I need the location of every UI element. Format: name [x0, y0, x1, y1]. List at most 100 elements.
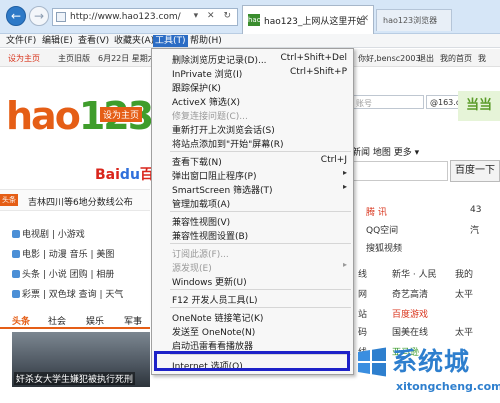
category-icon	[12, 290, 20, 298]
menu-item-tracking-protection[interactable]: 跟踪保护(K)	[152, 80, 353, 94]
category-row-text[interactable]: 彩票 | 双色球 查询 | 天气	[22, 290, 123, 300]
news-tab-society[interactable]: 社会	[48, 314, 66, 327]
site-link[interactable]: 43	[470, 205, 481, 215]
greeting-text: 你好,bensc2003	[358, 54, 421, 63]
baidu-search-button[interactable]: 百度一下	[450, 160, 500, 182]
menu-item-shortcut: Ctrl+J	[320, 155, 347, 165]
headline-notice[interactable]: 头条 吉林四川等6地分数线公布	[0, 189, 150, 211]
menu-item-inprivate[interactable]: InPrivate 浏览(I) Ctrl+Shift+P	[152, 66, 353, 80]
notice-badge: 头条	[0, 194, 18, 206]
news-tab-military[interactable]: 军事	[124, 314, 142, 327]
news-image[interactable]: 奸杀女大学生嫌犯被执行死刑	[12, 332, 150, 387]
menu-bar: 文件(F) 编辑(E) 查看(V) 收藏夹(A) 工具(T) 帮助(H)	[0, 34, 500, 48]
site-link[interactable]: 汽	[470, 223, 479, 236]
watermark-text: 系统城	[392, 347, 471, 376]
category-row[interactable]: 头条 | 小说 团购 | 相册	[12, 267, 114, 280]
menu-item-delete-history[interactable]: 删除浏览历史记录(D)... Ctrl+Shift+Del	[152, 52, 353, 66]
menu-separator	[170, 243, 351, 244]
search-tabs[interactable]: 新闻 地图 更多 ▾	[352, 145, 419, 158]
site-link[interactable]: 新华 · 人民	[392, 267, 437, 280]
logout-link[interactable]: 退出	[418, 53, 434, 64]
menu-item-smartscreen[interactable]: SmartScreen 筛选器(T) ▸	[152, 182, 353, 196]
site-link[interactable]: QQ空间	[366, 223, 398, 236]
site-link[interactable]: 码	[358, 325, 367, 338]
menu-item-windows-update[interactable]: Windows 更新(U)	[152, 274, 353, 288]
menu-item-label: 查看下载(N)	[172, 158, 222, 168]
site-link[interactable]: 网	[358, 287, 367, 300]
forward-button[interactable]: →	[29, 6, 49, 26]
menu-item-activex-filter[interactable]: ActiveX 筛选(X)	[152, 94, 353, 108]
menu-item-manage-addons[interactable]: 管理加载项(A)	[152, 196, 353, 210]
my-home-link[interactable]: 我的首页	[440, 53, 472, 64]
menu-item-label: InPrivate 浏览(I)	[172, 70, 243, 80]
menu-item-reopen-session[interactable]: 重新打开上次浏览会话(S)	[152, 122, 353, 136]
menu-edit[interactable]: 编辑(E)	[40, 35, 75, 47]
notice-text[interactable]: 吉林四川等6地分数线公布	[28, 195, 133, 208]
menu-item-label: SmartScreen 筛选器(T)	[172, 186, 273, 196]
tab-hao123-browser[interactable]: hao123浏览器	[376, 9, 452, 31]
category-row[interactable]: 电视剧 | 小游戏	[12, 227, 85, 240]
menu-item-compat-view[interactable]: 兼容性视图(V)	[152, 214, 353, 228]
menu-item-view-downloads[interactable]: 查看下载(N) Ctrl+J	[152, 154, 353, 168]
submenu-arrow-icon: ▸	[342, 260, 347, 269]
site-link[interactable]: 我的	[455, 267, 473, 280]
menu-item-f12-devtools[interactable]: F12 开发人员工具(L)	[152, 292, 353, 306]
my-link[interactable]: 我	[478, 53, 486, 64]
category-row-text[interactable]: 电视剧 | 小游戏	[22, 230, 85, 240]
news-image-caption[interactable]: 奸杀女大学生嫌犯被执行死刑	[14, 372, 136, 385]
site-link[interactable]: 站	[358, 307, 367, 320]
address-bar-icons[interactable]: ▾ ✕ ↻	[194, 11, 234, 21]
site-link[interactable]: 太平	[455, 325, 473, 338]
menu-item-popup-blocker[interactable]: 弹出窗口阻止程序(P) ▸	[152, 168, 353, 182]
site-link[interactable]: 奇艺高清	[392, 287, 428, 300]
menu-file[interactable]: 文件(F)	[4, 35, 38, 47]
category-row[interactable]: 彩票 | 双色球 查询 | 天气	[12, 287, 123, 300]
site-link[interactable]: 腾 讯	[366, 205, 387, 218]
set-home-link[interactable]: 设为主页	[8, 53, 40, 64]
menu-item-label: 管理加载项(A)	[172, 200, 231, 210]
category-row-text[interactable]: 头条 | 小说 团购 | 相册	[22, 270, 114, 280]
search-input[interactable]	[352, 161, 448, 181]
menu-separator	[170, 211, 351, 212]
site-link[interactable]: 搜狐视频	[366, 241, 402, 254]
watermark: 系统城 xitongcheng.com	[350, 340, 500, 403]
menu-item-label: 删除浏览历史记录(D)...	[172, 56, 267, 66]
category-row[interactable]: 电影 | 动漫 音乐 | 美图	[12, 247, 114, 260]
menu-help[interactable]: 帮助(H)	[188, 35, 224, 47]
logo-set-home-tag[interactable]: 设为主页	[100, 107, 143, 122]
menu-item-label: Windows 更新(U)	[172, 278, 247, 288]
site-link[interactable]: 国美在线	[392, 325, 428, 338]
news-tabs: 头条 社会 娱乐 军事	[0, 311, 150, 329]
menu-view[interactable]: 查看(V)	[76, 35, 111, 47]
menu-item-subscribe-feed: 订阅此源(F)...	[152, 246, 353, 260]
site-link[interactable]: 线	[358, 267, 367, 280]
dangdang-ad[interactable]: 当当	[458, 91, 500, 121]
baidu-text-b: du	[119, 167, 140, 183]
tab-hao123[interactable]: hao hao123_上网从这里开始 ✕	[242, 5, 374, 34]
category-row-text[interactable]: 电影 | 动漫 音乐 | 美图	[22, 250, 114, 260]
address-url[interactable]: http://www.hao123.com/	[70, 12, 181, 22]
menu-item-label: 发送至 OneNote(N)	[172, 328, 256, 338]
news-tab-entertainment[interactable]: 娱乐	[86, 314, 104, 327]
menu-item-label: 兼容性视图(V)	[172, 218, 231, 228]
browser-titlebar: ← → http://www.hao123.com/ ▾ ✕ ↻ hao hao…	[0, 0, 500, 34]
tab-label: hao123_上网从这里开始	[264, 17, 366, 27]
home-version-link[interactable]: 主页旧版	[58, 53, 90, 64]
tab-close-icon[interactable]: ✕	[361, 14, 369, 24]
site-link[interactable]: 百度游戏	[392, 307, 428, 320]
menu-item-xunlei-player[interactable]: 启动迅雷看看播放器	[152, 338, 353, 352]
menu-item-send-onenote[interactable]: 发送至 OneNote(N)	[152, 324, 353, 338]
menu-item-compat-settings[interactable]: 兼容性视图设置(B)	[152, 228, 353, 242]
baidu-text-a: Bai	[95, 167, 120, 183]
menu-item-onenote-linked[interactable]: OneNote 链接笔记(K)	[152, 310, 353, 324]
menu-favorites[interactable]: 收藏夹(A)	[112, 35, 156, 47]
news-tab-headline[interactable]: 头条	[12, 314, 30, 327]
site-link[interactable]: 太平	[455, 287, 473, 300]
address-bar[interactable]: http://www.hao123.com/ ▾ ✕ ↻	[52, 8, 238, 26]
login-account-input[interactable]: 账号	[352, 95, 424, 109]
windows-logo-icon	[358, 347, 386, 377]
menu-item-add-to-start[interactable]: 将站点添加到"开始"屏幕(R)	[152, 136, 353, 150]
menu-item-fix-connection: 修复连接问题(C)...	[152, 108, 353, 122]
menu-tools[interactable]: 工具(T)	[153, 35, 188, 47]
back-button[interactable]: ←	[6, 6, 26, 26]
